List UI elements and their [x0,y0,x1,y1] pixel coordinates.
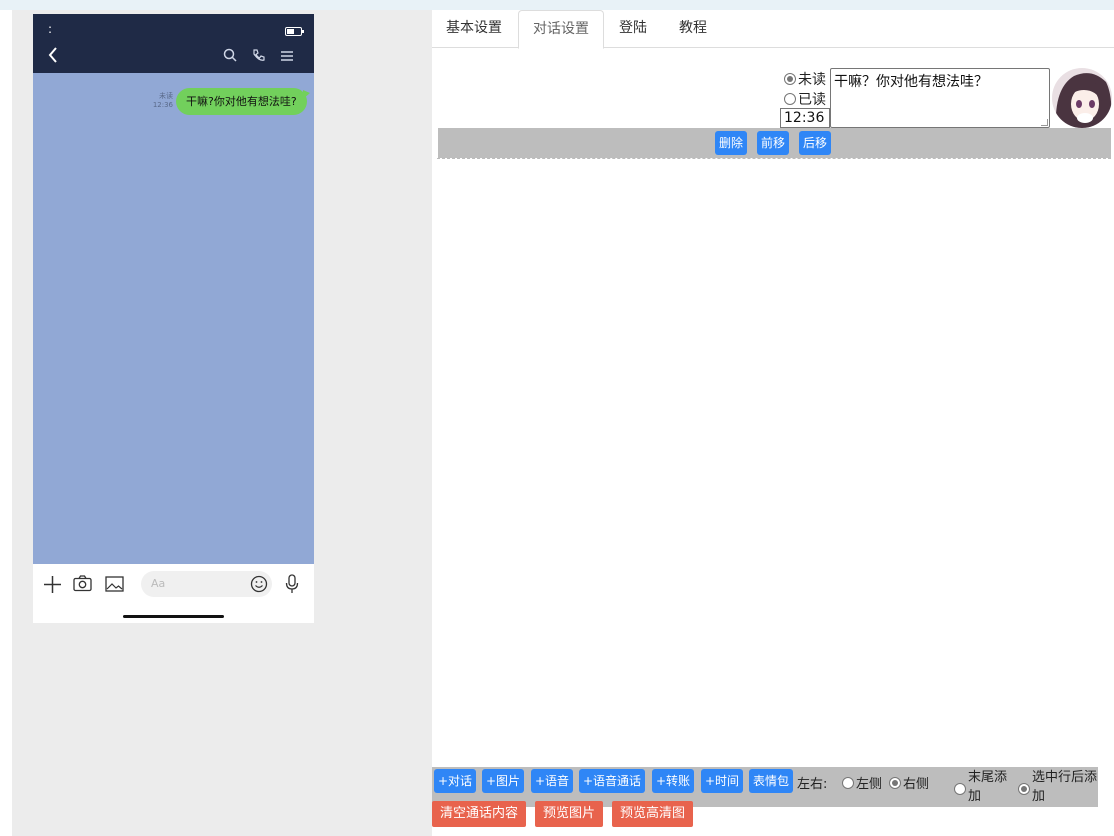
read-label: 已读 [798,92,826,108]
tab-tutorial[interactable]: 教程 [662,10,724,48]
camera-icon[interactable] [73,575,92,592]
tab-dialog-settings[interactable]: 对话设置 [518,10,604,49]
chat-footer: Aa [33,564,314,623]
back-icon[interactable] [47,47,59,63]
append-after-option[interactable]: 选中行后添加 [1018,768,1098,806]
mic-icon[interactable] [285,574,299,594]
delete-button[interactable]: 删除 [715,131,748,155]
add-transfer-button[interactable]: +转账 [652,769,695,793]
right-side-option[interactable]: 右侧 [889,773,929,792]
add-image-button[interactable]: +图片 [482,769,525,793]
add-time-button[interactable]: +时间 [701,769,744,793]
message-time: 12:36 [152,101,173,109]
avatar-image [1052,68,1112,128]
phone-preview: : 未读 12:36 干嘛?你对他有想法哇? Aa [33,14,314,623]
time-input[interactable]: 12:36 [780,108,830,128]
call-icon[interactable] [252,49,265,62]
message-meta: 未读 12:36 [145,92,173,110]
left-side-label: 左侧 [856,777,883,792]
unread-option[interactable]: 未读 [784,69,826,89]
image-icon[interactable] [105,576,124,592]
read-radio[interactable] [784,93,796,105]
append-end-option[interactable]: 末尾添加 [954,768,1016,806]
move-up-button[interactable]: 前移 [757,131,790,155]
append-end-radio[interactable] [954,783,966,795]
top-strip [0,0,1114,10]
append-after-radio[interactable] [1018,783,1030,795]
add-voice-call-button[interactable]: +语音通话 [579,769,646,793]
menu-icon[interactable] [280,50,294,62]
unread-label: 未读 [798,72,826,88]
tab-bar: 基本设置 对话设置 登陆 教程 [432,10,1114,49]
add-dialog-button[interactable]: +对话 [434,769,477,793]
emoji-icon[interactable] [250,575,268,593]
chat-header: : [33,14,314,73]
clear-conversation-button[interactable]: 清空通话内容 [432,801,527,827]
add-toolbar: +对话 +图片 +语音 +语音通话 +转账 +时间 表情包 左右: 左侧 右侧 … [432,767,1098,807]
read-option[interactable]: 已读 [784,89,826,109]
status-bar-text: : [48,22,53,36]
append-after-label: 选中行后添加 [1032,770,1098,804]
row-action-bar: 删除 前移 后移 [438,128,1111,158]
tab-basic-settings[interactable]: 基本设置 [432,10,516,48]
append-end-label: 末尾添加 [968,770,1008,804]
left-edge [0,10,12,836]
side-label: 左右: [797,777,828,792]
chat-search-icon[interactable] [223,48,237,62]
add-voice-button[interactable]: +语音 [531,769,574,793]
tab-login[interactable]: 登陆 [604,10,662,48]
message-input-placeholder: Aa [151,577,166,590]
right-side-radio[interactable] [889,777,901,789]
dialog-row: 未读 已读 12:36 干嘛？你对他有想法哇？ 删除 前移 后移 [437,68,1112,159]
left-side-radio[interactable] [842,777,854,789]
sticker-button[interactable]: 表情包 [749,769,794,793]
unread-radio[interactable] [784,73,796,85]
settings-panel: 基本设置 对话设置 登陆 教程 未读 已读 12:36 干嘛？你对他有想法哇？ … [432,10,1114,836]
plus-icon[interactable] [43,575,62,594]
avatar[interactable] [1052,68,1112,128]
message-bubble: 干嘛?你对他有想法哇? [176,88,310,115]
preview-image-button[interactable]: 预览图片 [535,801,604,827]
right-side-label: 右侧 [903,777,930,792]
message-input[interactable]: Aa [141,571,272,597]
move-down-button[interactable]: 后移 [799,131,832,155]
message-textarea[interactable]: 干嘛？你对他有想法哇？ [830,68,1050,128]
message-read-status: 未读 [159,92,173,100]
home-indicator [123,615,224,618]
left-side-option[interactable]: 左侧 [842,773,882,792]
battery-icon [285,27,304,36]
preview-hd-button[interactable]: 预览高清图 [612,801,694,827]
